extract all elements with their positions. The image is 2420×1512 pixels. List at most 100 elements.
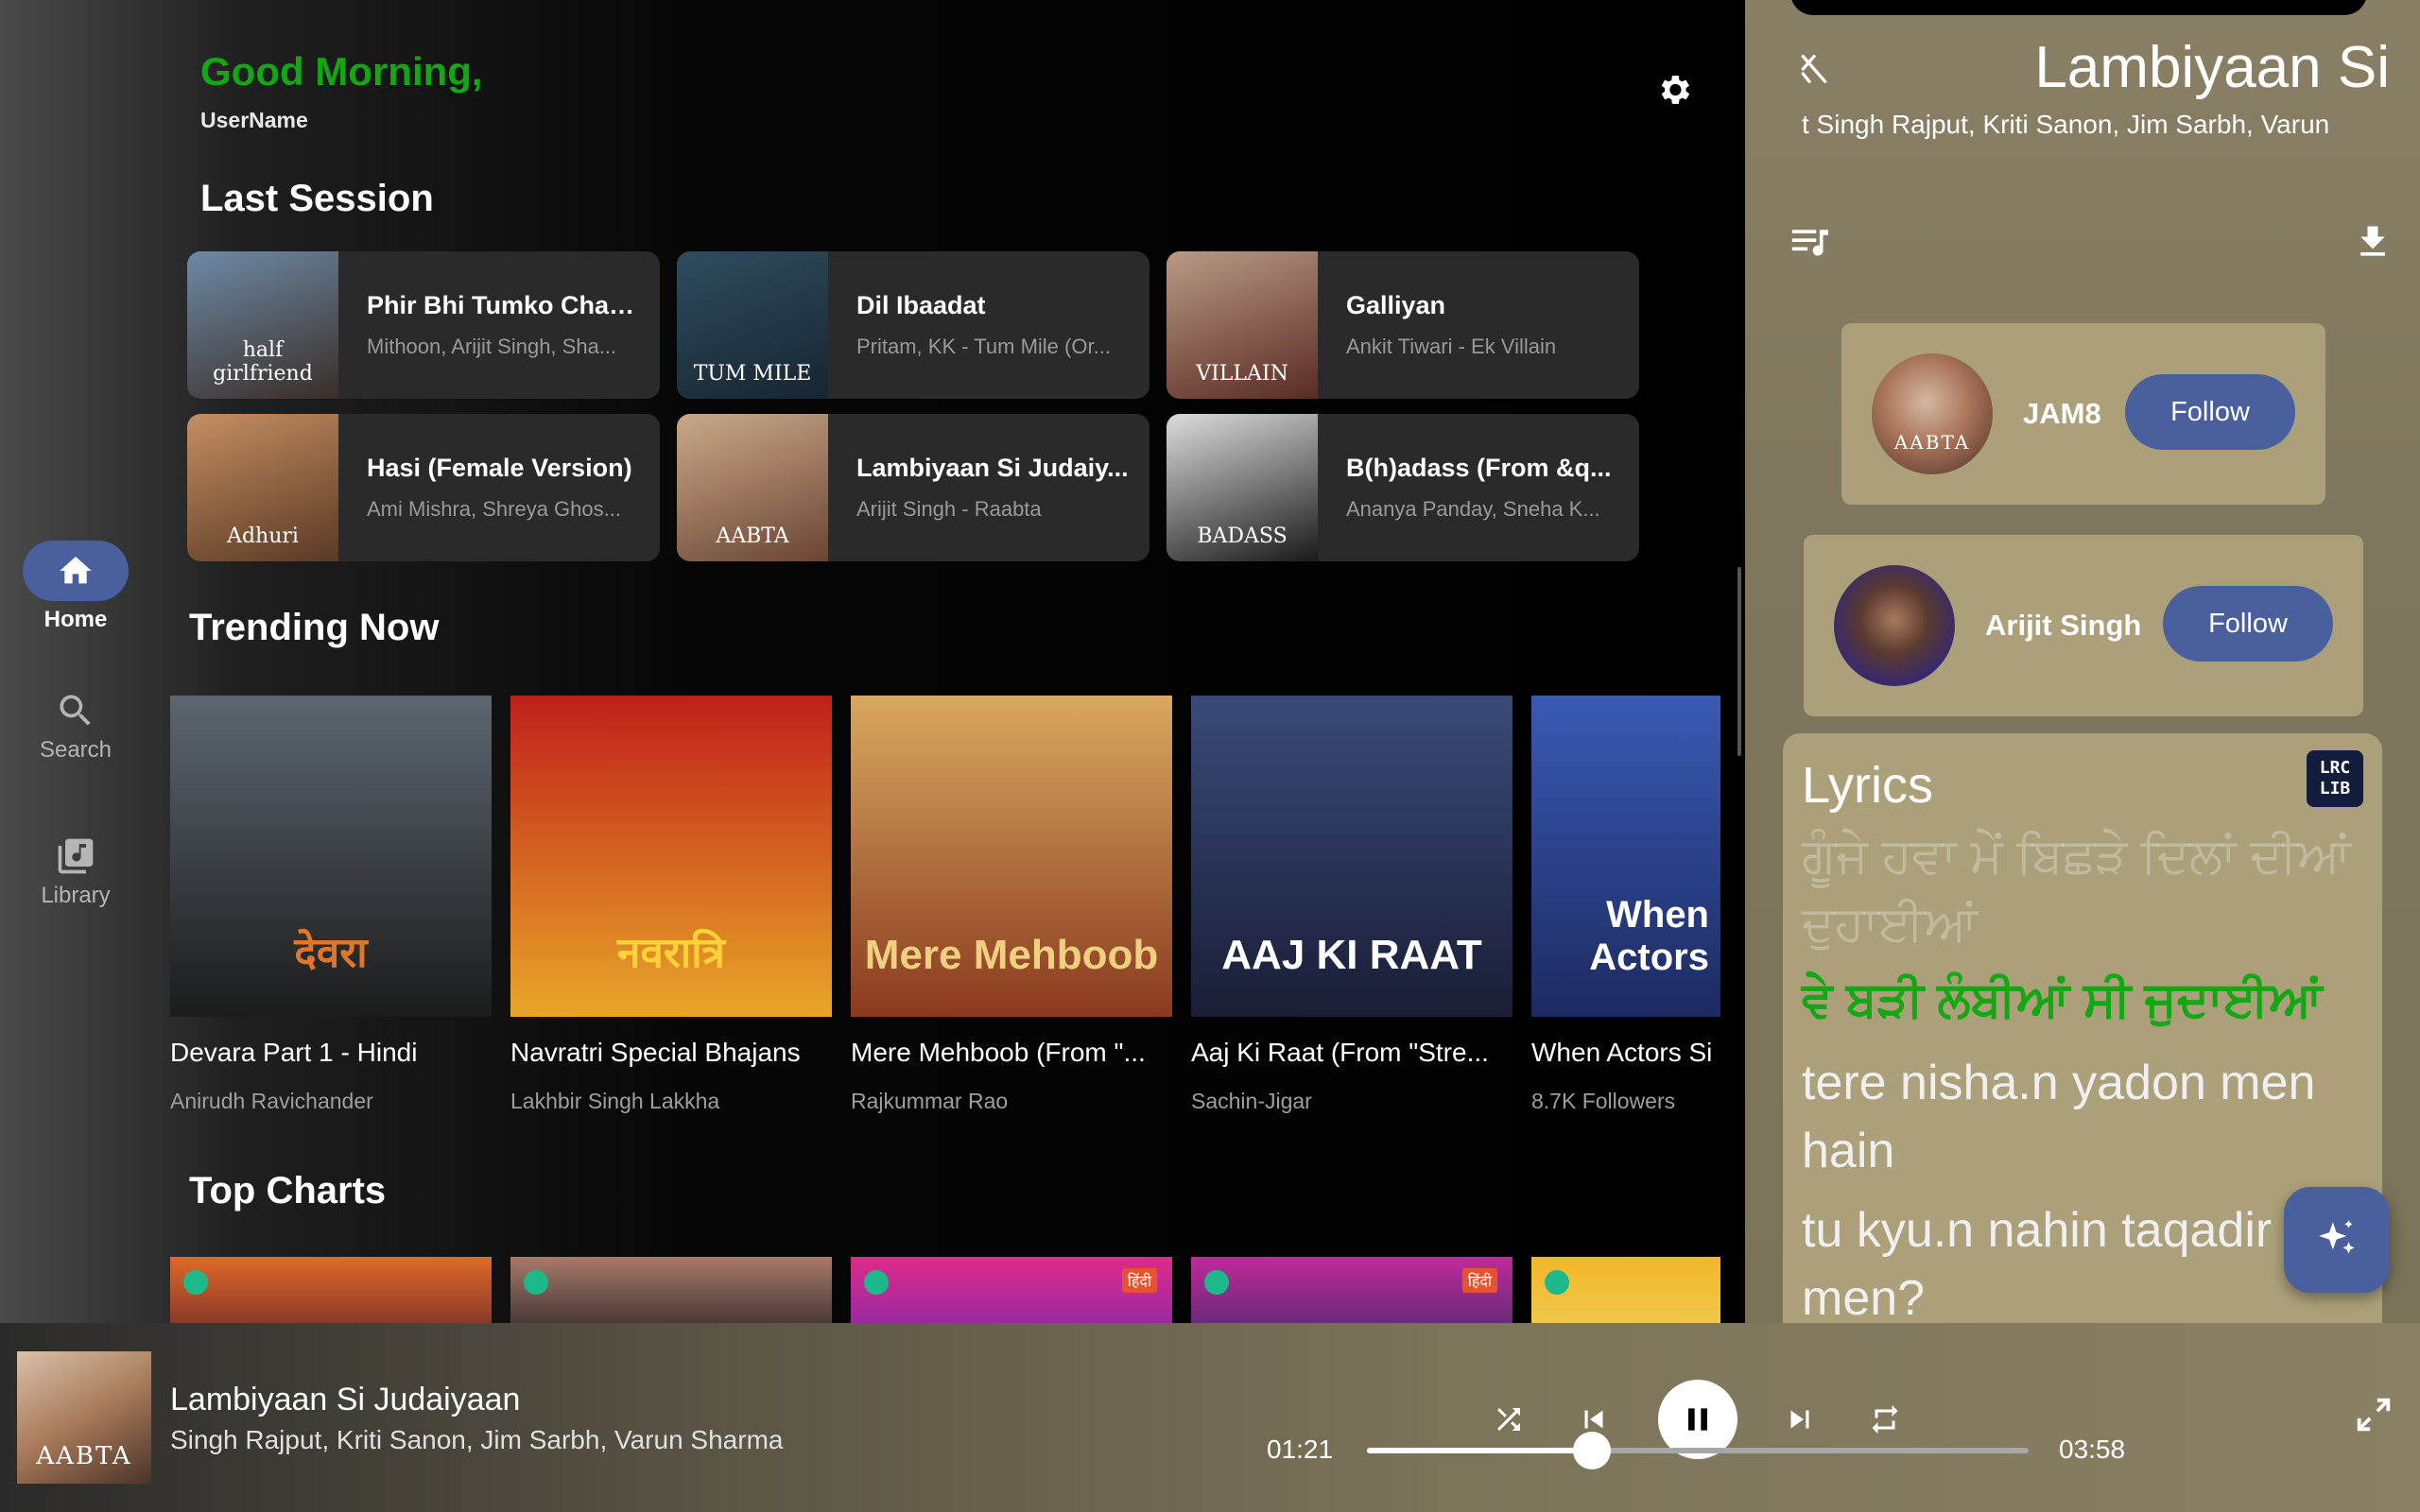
trending-title: Navratri Special Bhajans [510,1038,801,1067]
follow-button-jam8[interactable]: Follow [2125,374,2295,450]
saavn-badge-icon [864,1270,889,1295]
card-subtitle: Arijit Singh - Raabta [856,497,1042,521]
nav-library[interactable]: Library [0,835,151,909]
hindi-tag: हिंदी [1461,1268,1497,1293]
mini-player: AABTA Lambiyaan Si Judaiyaan Singh Rajpu… [0,1323,2420,1512]
hindi-tag: हिंदी [1121,1268,1157,1293]
nav-search-label: Search [39,737,112,763]
thumbnail-text: half girlfriend [213,338,313,386]
card-title: B(h)adass (From &q... [1346,454,1612,482]
last-session-card[interactable]: half girlfriend Phir Bhi Tumko Chaa... Mit… [187,251,660,399]
queue-button[interactable] [1789,223,1836,265]
nav-home[interactable]: Home [0,541,151,633]
album-thumbnail: BADASS [1167,414,1318,561]
top-chart-card[interactable]: हिंदी [851,1257,1172,1323]
top-charts-heading: Top Charts [189,1170,387,1211]
card-subtitle: Pritam, KK - Tum Mile (Or... [856,335,1111,358]
last-session-heading: Last Session [200,178,434,219]
seek-bar[interactable] [1367,1432,2029,1469]
settings-button[interactable] [1652,68,1696,112]
trending-card[interactable]: नवरात्रि Navratri Special Bhajans Lakhbir … [510,696,832,1114]
trending-title: Devara Part 1 - Hindi [170,1038,418,1067]
trending-artwork: When Actors [1531,696,1720,1017]
trending-card[interactable]: Mere Mehboob Mere Mehboob (From "... Rajku… [851,696,1172,1114]
card-title: Lambiyaan Si Judaiy... [856,454,1129,482]
thumbnail-text: BADASS [1197,524,1288,548]
artwork-text: When Actors [1589,894,1709,978]
trending-card[interactable]: When Actors When Actors Si 8.7K Followers [1531,696,1720,1114]
trending-artwork: देवरा [170,696,492,1017]
lyric-line[interactable]: tere nisha.n yadon men hain [1802,1049,2369,1185]
saavn-badge-icon [524,1270,548,1295]
nav-home-label: Home [43,607,108,632]
nav-library-label: Library [41,883,111,908]
collapse-icon [1801,55,1827,84]
top-chart-card[interactable] [1531,1257,1720,1323]
trending-subtitle: 8.7K Followers [1531,1089,1676,1113]
avatar-jam8: AABTA [1872,353,1993,474]
avatar-art-text: AABTA [1893,431,1971,454]
vertical-scrollbar[interactable] [1737,567,1741,756]
lyrics-heading: Lyrics [1802,757,1934,814]
trending-subtitle: Rajkummar Rao [851,1089,1009,1113]
artist-name-jam8: JAM8 [2023,397,2101,430]
album-thumbnail: half girlfriend [187,251,338,399]
last-session-card[interactable]: VILLAIN Galliyan Ankit Tiwari - Ek Villain [1167,251,1639,399]
shuffle-button[interactable] [1480,1391,1537,1448]
card-title: Phir Bhi Tumko Chaa... [367,291,641,319]
repeat-icon [1872,1405,1898,1434]
trending-subtitle: Sachin-Jigar [1191,1089,1312,1113]
album-thumbnail: TUM MILE [677,251,828,399]
last-session-card[interactable]: AABTA Lambiyaan Si Judaiy... Arijit Singh … [677,414,1150,561]
card-subtitle: Ami Mishra, Shreya Ghos... [367,497,621,521]
card-subtitle: Ananya Panday, Sneha K... [1346,497,1600,521]
album-thumbnail: VILLAIN [1167,251,1318,399]
lrclib-badge[interactable]: LRC LIB [2307,750,2363,807]
ai-sparkle-button[interactable] [2284,1187,2390,1293]
search-icon [60,695,91,726]
trending-artwork: Mere Mehboob [851,696,1172,1017]
nav-home-pill[interactable] [23,541,129,601]
next-button[interactable] [1772,1391,1828,1448]
last-session-card[interactable]: TUM MILE Dil Ibaadat Pritam, KK - Tum Mile… [677,251,1150,399]
saavn-badge-icon [1204,1270,1229,1295]
artist-card-jam8: AABTA JAM8 Follow [1841,323,2325,505]
avatar-arijit-singh [1834,565,1955,686]
top-chart-card[interactable]: हिंदी [1191,1257,1512,1323]
seek-bar-thumb[interactable] [1573,1432,1611,1469]
trending-subtitle: Anirudh Ravichander [170,1089,373,1113]
sparkle-icon [2319,1220,2355,1254]
player-song-title: Lambiyaan Si Judaiyaan [170,1382,521,1418]
home-screen: Home Search Library Good Morning, UserNa… [0,0,1745,1323]
card-subtitle: Ankit Tiwari - Ek Villain [1346,335,1557,358]
trending-heading: Trending Now [189,607,440,648]
artwork-text: देवरा [294,930,368,976]
total-duration: 03:58 [2059,1435,2126,1464]
artwork-text: AAJ KI RAAT [1221,932,1482,978]
player-album-art[interactable]: AABTA [17,1351,151,1484]
trending-card[interactable]: AAJ KI RAAT Aaj Ki Raat (From "Stre... Sac… [1191,696,1512,1114]
download-button[interactable] [2352,221,2399,268]
lyric-line[interactable]: ਗੂੰਜੇ ਹਵਾ ਮੇਂ ਬਿਛੜੇ ਦਿਲਾਂ ਦੀਆਂ ਦੁਹਾਈਆਂ [1802,822,2369,958]
thumbnail-text: AABTA [716,524,789,548]
library-icon [58,838,94,874]
fullscreen-button[interactable] [2352,1393,2399,1440]
download-icon [2360,226,2385,256]
follow-button-arijit-singh[interactable]: Follow [2163,586,2333,662]
repeat-button[interactable] [1857,1391,1913,1448]
card-title: Dil Ibaadat [856,291,986,319]
collapse-panel-button[interactable] [1790,45,1838,93]
top-chart-card[interactable] [510,1257,832,1323]
thumbnail-text: VILLAIN [1196,362,1288,386]
last-session-card[interactable]: Adhuri Hasi (Female Version) Ami Mishra, S… [187,414,660,561]
home-icon [60,557,92,584]
trending-card[interactable]: देवरा Devara Part 1 - Hindi Anirudh Ravich… [170,696,492,1114]
top-chart-card[interactable] [170,1257,492,1323]
artist-name-arijit-singh: Arijit Singh [1985,609,2142,642]
lyric-line-current[interactable]: ਵੇ ਬੜੀ ਲੰਬੀਆਂ ਸੀ ਜੁਦਾਈਆਂ [1802,966,2369,1034]
artwork-text: नवरात्रि [617,930,725,976]
saavn-badge-icon [183,1270,208,1295]
nav-search[interactable]: Search [0,690,151,764]
panel-song-title: Lambiyaan Si [2034,35,2390,100]
last-session-card[interactable]: BADASS B(h)adass (From &q... Ananya Panday… [1167,414,1639,561]
